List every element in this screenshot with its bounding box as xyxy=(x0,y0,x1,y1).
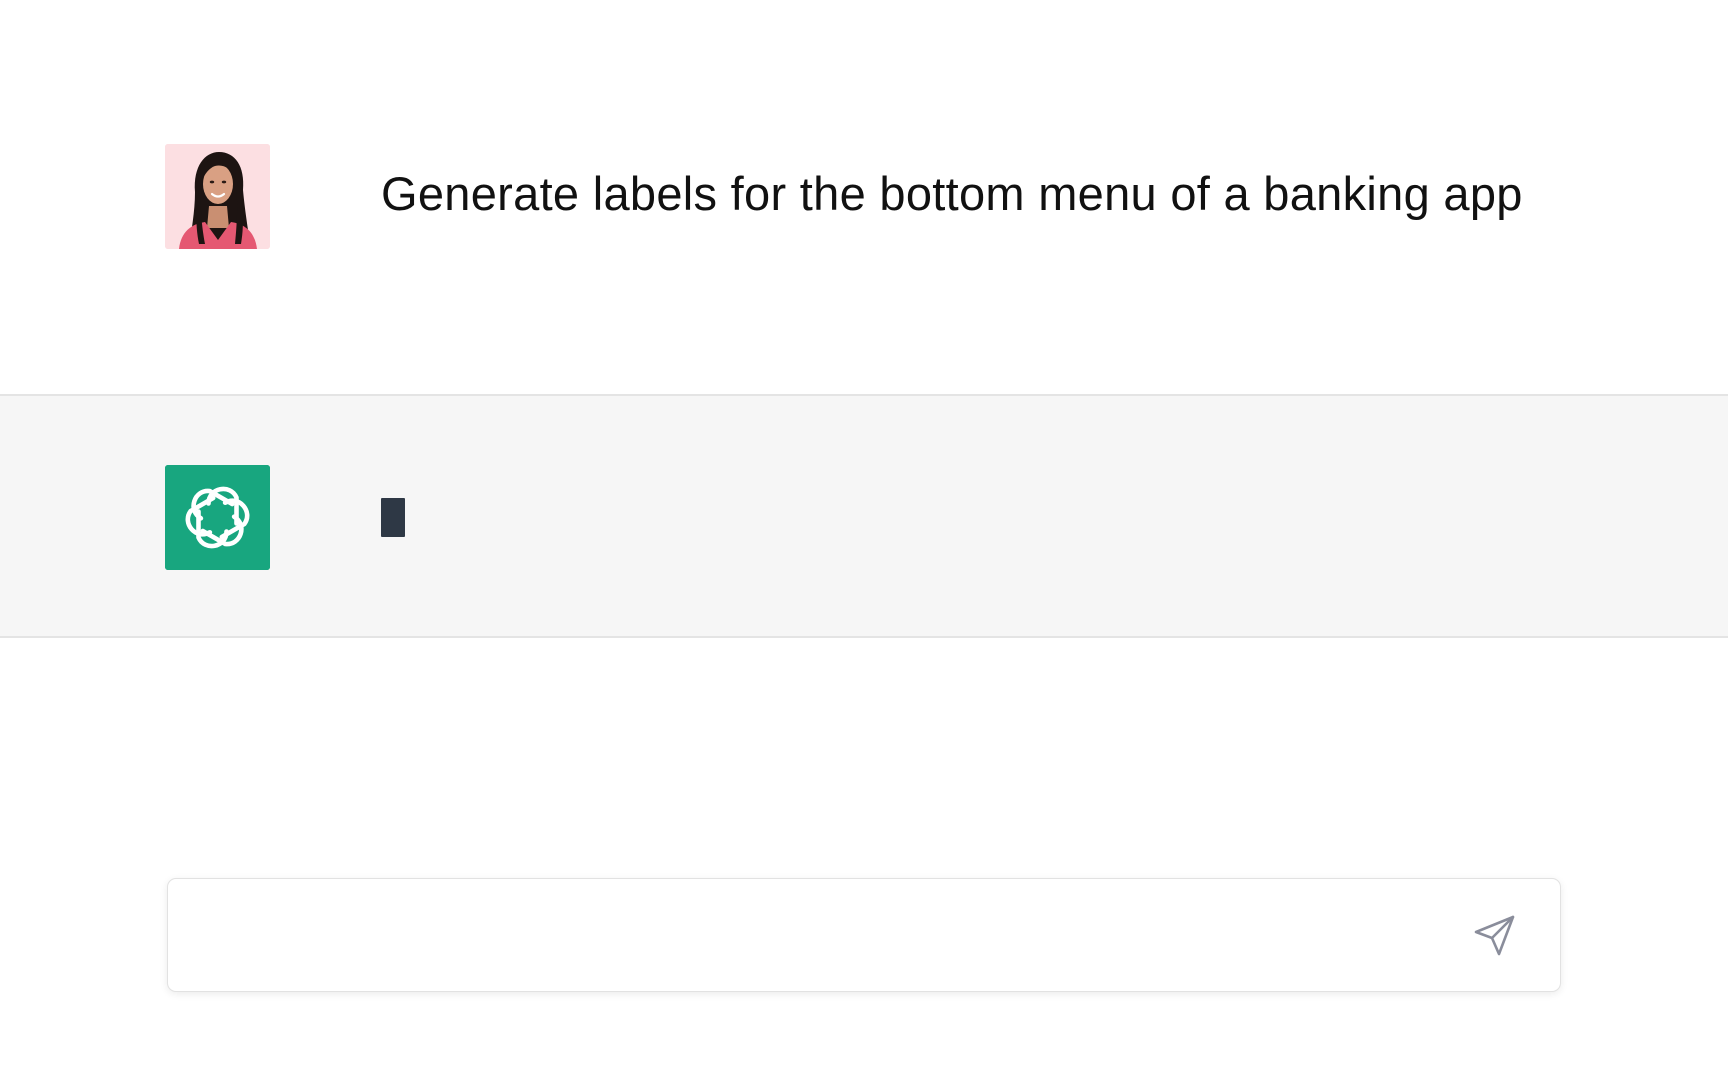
openai-logo-icon xyxy=(165,465,270,570)
user-avatar xyxy=(165,144,270,249)
assistant-avatar xyxy=(165,465,270,570)
message-input[interactable] xyxy=(196,909,1440,967)
user-portrait-avatar-icon xyxy=(165,144,270,249)
typing-cursor xyxy=(381,498,405,537)
chat-page: Generate labels for the bottom menu of a… xyxy=(0,0,1728,1080)
message-composer xyxy=(167,878,1561,992)
send-icon xyxy=(1474,915,1515,956)
user-message-row: Generate labels for the bottom menu of a… xyxy=(0,0,1728,396)
assistant-message-row xyxy=(0,396,1728,638)
send-button[interactable] xyxy=(1472,912,1518,958)
user-message-text: Generate labels for the bottom menu of a… xyxy=(381,167,1523,220)
